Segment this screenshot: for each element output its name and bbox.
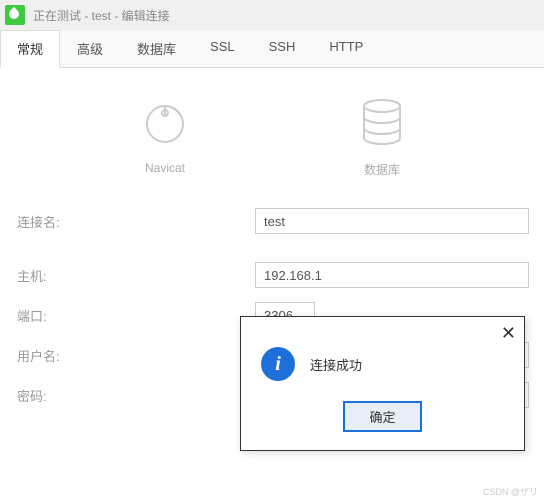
database-label: 数据库 <box>360 161 404 178</box>
connection-name-input[interactable] <box>255 208 529 234</box>
info-icon: i <box>261 347 295 381</box>
watermark: CSDN @ザリ <box>483 485 538 498</box>
navicat-label: Navicat <box>140 161 190 175</box>
ok-button[interactable]: 确定 <box>343 401 421 432</box>
database-icon <box>360 98 404 151</box>
tab-database[interactable]: 数据库 <box>120 30 193 67</box>
tab-general[interactable]: 常规 <box>0 30 60 68</box>
tab-http[interactable]: HTTP <box>312 30 380 67</box>
host-input[interactable] <box>255 262 529 288</box>
connection-name-label: 连接名: <box>15 212 255 231</box>
close-icon[interactable]: ✕ <box>501 323 516 344</box>
host-label: 主机: <box>15 266 255 285</box>
password-label: 密码: <box>15 386 255 405</box>
tab-ssl[interactable]: SSL <box>193 30 252 67</box>
tab-bar: 常规 高级 数据库 SSL SSH HTTP <box>0 30 544 68</box>
tab-ssh[interactable]: SSH <box>252 30 313 67</box>
dialog-message: 连接成功 <box>310 355 362 374</box>
app-icon <box>5 5 25 25</box>
username-label: 用户名: <box>15 346 255 365</box>
window-title: 正在测试 - test - 编辑连接 <box>33 7 170 24</box>
tab-advanced[interactable]: 高级 <box>60 30 120 67</box>
message-dialog: ✕ i 连接成功 确定 <box>240 316 525 451</box>
port-label: 端口: <box>15 306 255 325</box>
window-titlebar: 正在测试 - test - 编辑连接 <box>0 0 544 30</box>
navicat-icon <box>140 102 190 151</box>
